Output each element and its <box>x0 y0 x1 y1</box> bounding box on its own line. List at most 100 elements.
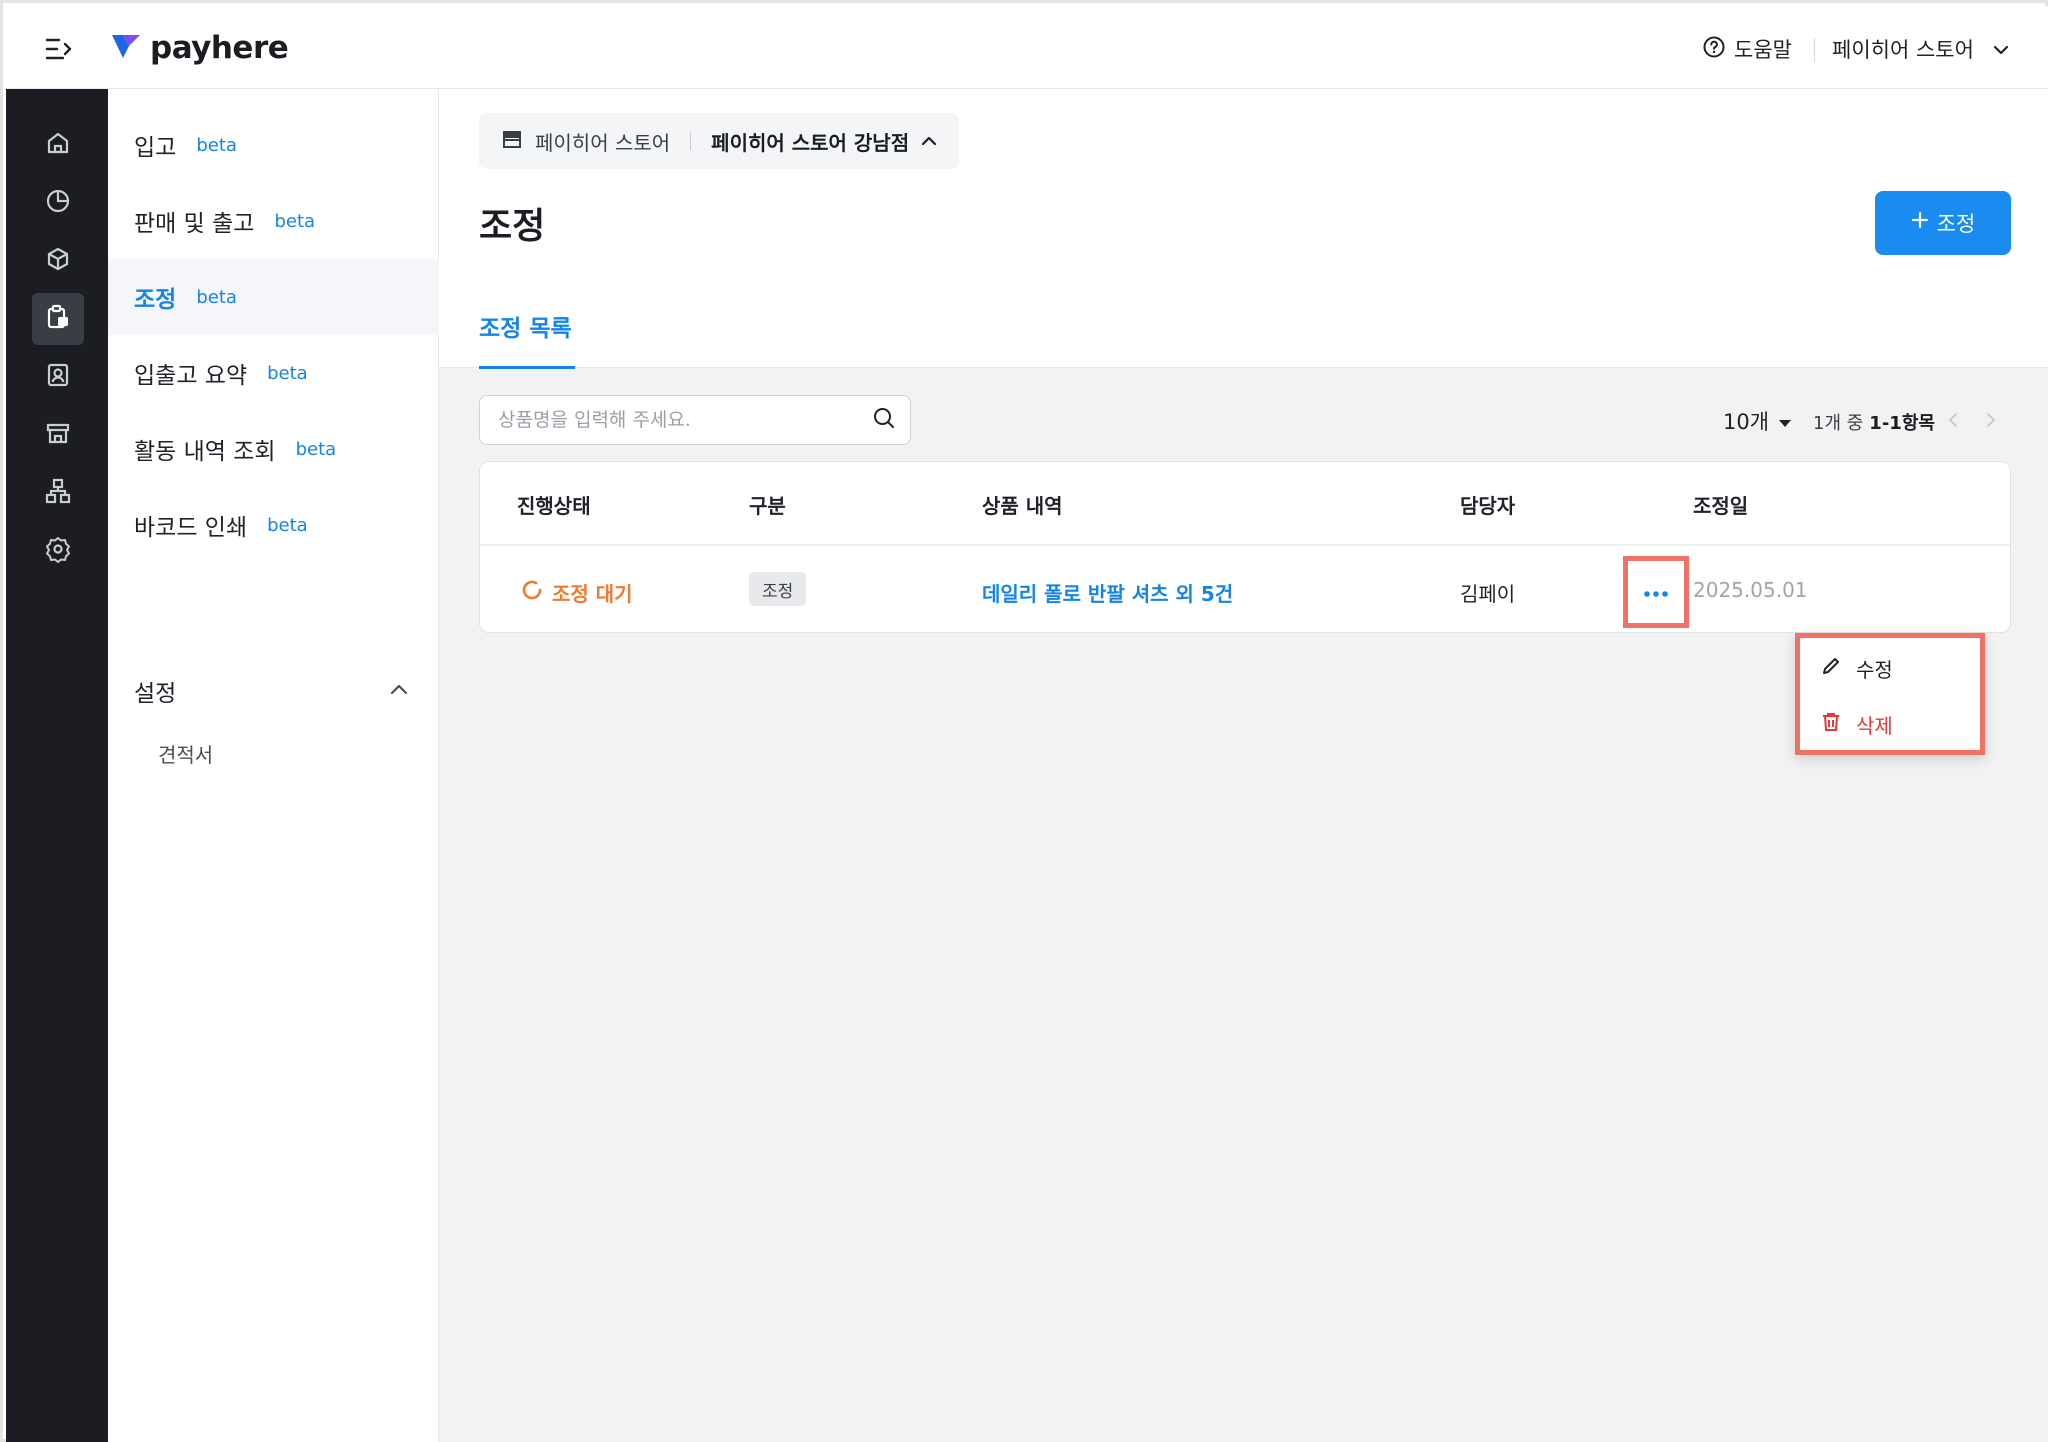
top-bar: payhere 도움말 페이히어 스토어 <box>6 6 2048 89</box>
add-adjustment-button[interactable]: 조정 <box>1875 191 2011 255</box>
main-content: 페이히어 스토어 페이히어 스토어 강남점 조정 조정 조정 목록 상품명을 입… <box>439 89 2048 1442</box>
column-header-date: 조정일 <box>1693 494 1749 518</box>
table-row[interactable]: 조정 대기 조정 데일리 폴로 반팔 셔츠 외 5건 김페이 2025.05.0… <box>480 548 2010 632</box>
search-input[interactable] <box>498 409 872 431</box>
nav-sub-item-quotation[interactable]: 견적서 <box>158 739 213 768</box>
type-badge: 조정 <box>749 572 807 606</box>
rail-products[interactable] <box>32 235 84 287</box>
chart-icon <box>44 187 72 219</box>
nav-item-adjustment[interactable]: 조정 beta <box>108 259 439 335</box>
status-label: 조정 대기 <box>552 582 633 606</box>
rail-organization[interactable] <box>32 467 84 519</box>
search-icon[interactable] <box>872 406 896 434</box>
store-account-menu[interactable]: 페이히어 스토어 <box>1832 30 2010 68</box>
rail-home[interactable] <box>32 119 84 171</box>
column-header-product: 상품 내역 <box>982 494 1063 518</box>
rail-store[interactable] <box>32 409 84 461</box>
contact-icon <box>44 361 72 393</box>
spinner-icon <box>520 578 544 607</box>
beta-badge: beta <box>267 362 308 384</box>
beta-badge: beta <box>274 210 316 232</box>
plus-icon <box>1911 211 1929 235</box>
rail-customers[interactable] <box>32 351 84 403</box>
chevron-up-icon <box>389 682 409 701</box>
nav-item-receiving[interactable]: 입고 beta <box>108 107 439 183</box>
column-header-type: 구분 <box>749 494 786 518</box>
product-link[interactable]: 데일리 폴로 반팔 셔츠 외 5건 <box>982 578 1233 607</box>
org-chart-icon <box>44 477 72 509</box>
delete-label: 삭제 <box>1856 713 1893 738</box>
branch-name: 페이히어 스토어 강남점 <box>711 130 910 155</box>
trash-icon <box>1820 711 1842 738</box>
chevron-right-icon <box>1985 412 1997 432</box>
menu-toggle-icon[interactable] <box>42 32 76 66</box>
search-box <box>479 395 911 445</box>
adjustment-table: 진행상태 구분 상품 내역 담당자 조정일 조정 대기 조정 데일리 폴로 반팔… <box>479 461 2011 633</box>
status-cell: 조정 대기 <box>520 578 633 607</box>
range-value: 1-1항목 <box>1869 413 1935 434</box>
add-button-label: 조정 <box>1936 213 1976 236</box>
help-label: 도움말 <box>1734 38 1792 62</box>
nav-item-label: 판매 및 출고 <box>134 211 255 237</box>
more-actions-button[interactable] <box>1623 556 1689 628</box>
logo-text: payhere <box>150 30 289 66</box>
pagination-range: 1개 중 1-1항목 <box>1813 407 1935 437</box>
beta-badge: beta <box>267 514 308 536</box>
nav-section-label: 설정 <box>134 681 177 707</box>
delete-menu-item[interactable]: 삭제 <box>1800 696 1980 752</box>
chip-divider <box>690 132 692 150</box>
rail-settings[interactable] <box>32 525 84 577</box>
page-size-value: 10개 <box>1723 410 1770 434</box>
more-dots-icon <box>1643 583 1669 602</box>
nav-item-barcode-print[interactable]: 바코드 인쇄 beta <box>108 487 439 563</box>
edit-label: 수정 <box>1856 657 1893 682</box>
nav-item-activity-log[interactable]: 활동 내역 조회 beta <box>108 411 439 487</box>
beta-badge: beta <box>295 438 337 460</box>
table-header: 진행상태 구분 상품 내역 담당자 조정일 <box>480 462 2010 546</box>
beta-badge: beta <box>196 134 237 156</box>
store-account-label: 페이히어 스토어 <box>1832 38 1974 62</box>
prev-page-button[interactable] <box>1941 407 1965 437</box>
edit-menu-item[interactable]: 수정 <box>1800 640 1980 696</box>
nav-item-sales-shipping[interactable]: 판매 및 출고 beta <box>108 183 439 259</box>
nav-item-label: 바코드 인쇄 <box>134 515 248 541</box>
clipboard-icon <box>44 303 72 335</box>
rail-inventory[interactable] <box>32 293 84 345</box>
logo-mark-icon <box>110 32 142 64</box>
home-icon <box>44 129 72 161</box>
tab-adjustment-list[interactable]: 조정 목록 <box>479 309 575 369</box>
page-size-select[interactable]: 10개 <box>1723 405 1793 437</box>
page-title: 조정 <box>479 206 546 247</box>
rail-analytics[interactable] <box>32 177 84 229</box>
column-header-status: 진행상태 <box>517 494 591 518</box>
date-cell: 2025.05.01 <box>1693 578 1808 602</box>
app-frame: payhere 도움말 페이히어 스토어 입고 beta 판매 및 출고 bet… <box>0 0 2048 1442</box>
next-page-button[interactable] <box>1979 407 2003 437</box>
box-icon <box>44 245 72 277</box>
range-prefix: 1개 중 <box>1813 413 1864 434</box>
logo[interactable]: payhere <box>110 26 289 70</box>
help-link[interactable]: 도움말 <box>1702 30 1792 68</box>
store-icon <box>44 419 72 451</box>
nav-item-label: 조정 <box>134 287 177 313</box>
chevron-left-icon <box>1947 412 1959 432</box>
nav-item-label: 입출고 요약 <box>134 363 248 389</box>
gear-icon <box>44 535 72 567</box>
beta-badge: beta <box>196 286 237 308</box>
row-actions-menu: 수정 삭제 <box>1795 633 1985 755</box>
nav-item-stock-summary[interactable]: 입출고 요약 beta <box>108 335 439 411</box>
nav-section-settings[interactable]: 설정 <box>108 653 439 729</box>
icon-rail <box>6 89 108 1442</box>
sub-navigation: 입고 beta 판매 및 출고 beta 조정 beta 입출고 요약 beta… <box>108 89 439 1442</box>
pencil-icon <box>1820 655 1842 682</box>
caret-down-icon <box>1777 409 1793 433</box>
store-icon <box>501 129 523 153</box>
store-selector[interactable]: 페이히어 스토어 페이히어 스토어 강남점 <box>479 113 960 169</box>
manager-cell: 김페이 <box>1460 582 1516 606</box>
header-divider <box>1814 38 1815 62</box>
chevron-down-icon <box>1992 37 2010 61</box>
column-header-manager: 담당자 <box>1460 494 1516 518</box>
store-name: 페이히어 스토어 <box>535 130 671 155</box>
nav-item-label: 활동 내역 조회 <box>134 439 276 465</box>
chevron-up-icon <box>921 132 937 151</box>
